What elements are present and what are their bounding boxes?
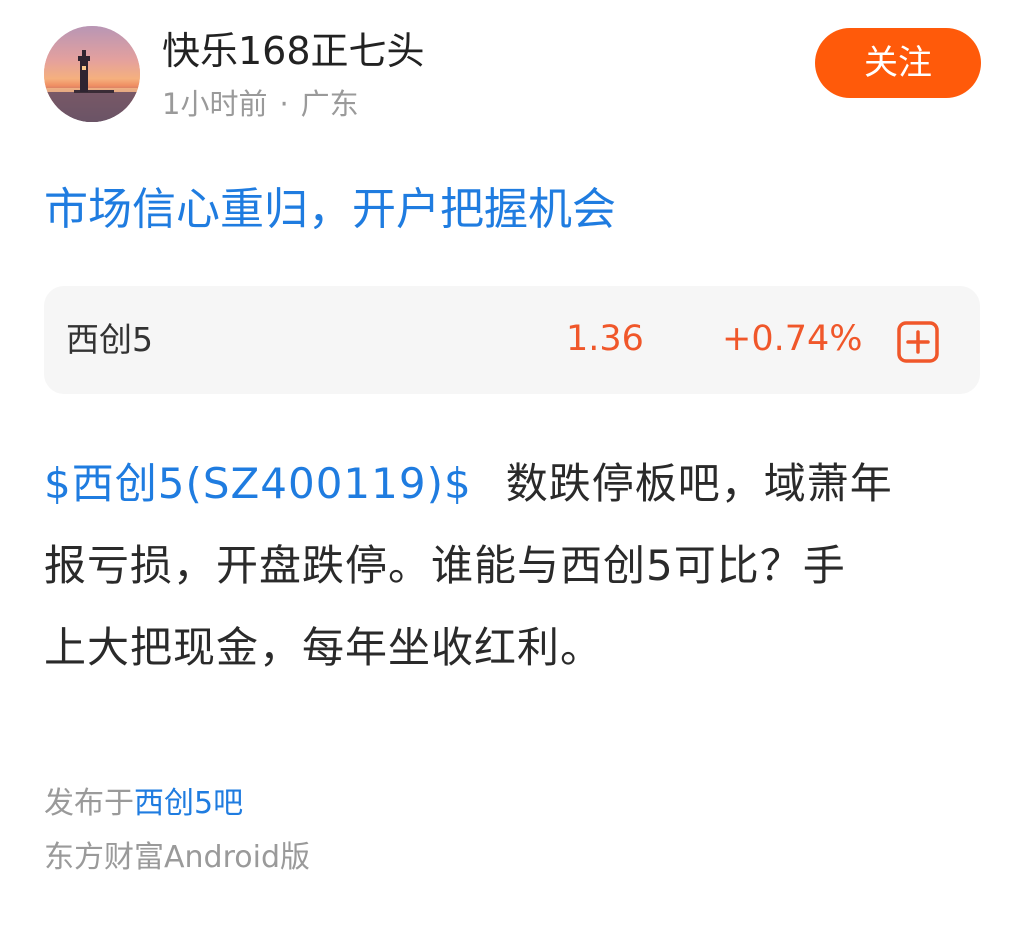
stock-bar-link[interactable]: 西创5吧 xyxy=(134,786,243,821)
post-body-line: 报亏损，开盘跌停。谁能与西创5可比？手 xyxy=(44,541,846,590)
meta-separator: · xyxy=(279,87,289,121)
post-location: 广东 xyxy=(300,87,359,121)
post-meta: 1小时前 · 广东 xyxy=(162,84,359,124)
post-body-line: 上大把现金，每年坐收红利。 xyxy=(44,623,604,672)
published-prefix: 发布于 xyxy=(44,786,134,821)
post-time: 1小时前 xyxy=(162,87,268,121)
published-in: 发布于西创5吧 xyxy=(44,782,243,826)
stock-name: 西创5 xyxy=(66,320,153,359)
post-page: 快乐168正七头 1小时前 · 广东 关注 市场信心重归，开户把握机会 西创5 1.… xyxy=(0,0,1024,945)
plus-square-icon xyxy=(897,321,939,363)
client-source: 东方财富Android版 xyxy=(44,840,310,875)
post-body: $西创5(SZ400119)$ 数跌停板吧，域萧年 报亏损，开盘跌停。谁能与西创5… xyxy=(44,452,984,698)
stock-price: 1.36 xyxy=(566,319,644,359)
stock-tag-link[interactable]: $西创5(SZ400119)$ xyxy=(44,459,472,508)
follow-button[interactable]: 关注 xyxy=(815,28,981,98)
post-body-line: $西创5(SZ400119)$ 数跌停板吧，域萧年 xyxy=(44,452,984,516)
post-title[interactable]: 市场信心重归，开户把握机会 xyxy=(44,180,616,240)
stock-quote-card[interactable]: 西创5 1.36 +0.74% xyxy=(44,286,980,394)
post-body-text: 数跌停板吧，域萧年 xyxy=(505,459,893,508)
avatar[interactable] xyxy=(44,26,140,122)
add-watchlist-button[interactable] xyxy=(896,320,940,364)
stock-change: +0.74% xyxy=(722,319,863,359)
username[interactable]: 快乐168正七头 xyxy=(162,26,425,76)
lighthouse-sunset-image xyxy=(44,26,140,122)
